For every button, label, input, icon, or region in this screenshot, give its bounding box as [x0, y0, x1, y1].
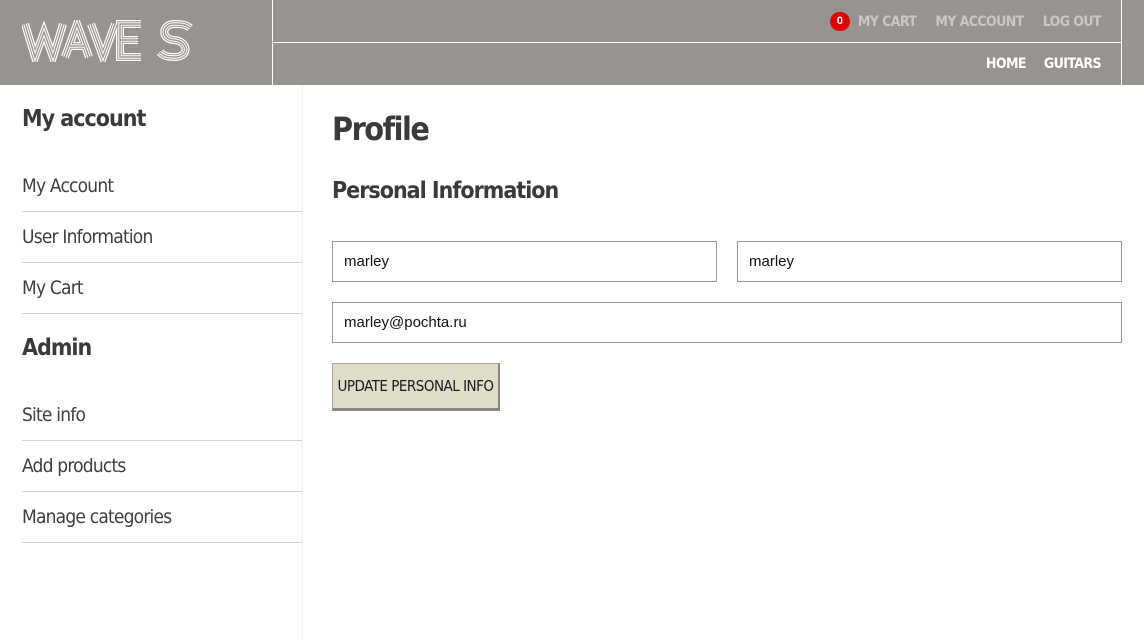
- sidebar-item-add-products[interactable]: Add products: [22, 441, 302, 492]
- log-out-link[interactable]: LOG OUT: [1043, 14, 1102, 30]
- sidebar-item-my-account[interactable]: My Account: [22, 161, 302, 212]
- sidebar-item-user-information[interactable]: User Information: [22, 212, 302, 263]
- logo-area: [0, 0, 273, 85]
- guitars-link[interactable]: GUITARS: [1044, 56, 1102, 72]
- site-logo[interactable]: [22, 20, 196, 62]
- waves-logo-icon: [22, 20, 196, 62]
- main-nav: HOME GUITARS: [273, 43, 1122, 85]
- email-field[interactable]: [332, 302, 1122, 343]
- first-name-field[interactable]: [332, 241, 717, 282]
- last-name-field[interactable]: [737, 241, 1122, 282]
- site-header: 0 MY CART MY ACCOUNT LOG OUT HOME GUITAR…: [0, 0, 1144, 85]
- update-personal-info-button[interactable]: UPDATE PERSONAL INFO: [332, 363, 500, 411]
- my-account-heading: My account: [22, 106, 146, 132]
- home-link[interactable]: HOME: [986, 56, 1027, 72]
- admin-menu: Site info Add products Manage categories: [22, 390, 302, 543]
- top-nav: 0 MY CART MY ACCOUNT LOG OUT: [273, 0, 1122, 43]
- sidebar-item-site-info[interactable]: Site info: [22, 390, 302, 441]
- sidebar-item-my-cart[interactable]: My Cart: [22, 263, 302, 314]
- my-account-link[interactable]: MY ACCOUNT: [935, 14, 1024, 30]
- personal-information-heading: Personal Information: [332, 178, 559, 204]
- my-cart-link[interactable]: 0 MY CART: [829, 12, 917, 31]
- cart-count-badge: 0: [829, 12, 850, 31]
- account-sidebar: My account My Account User Information M…: [0, 85, 303, 640]
- page-title: Profile: [332, 110, 430, 148]
- admin-heading: Admin: [22, 335, 92, 361]
- account-menu: My Account User Information My Cart: [22, 161, 302, 314]
- my-cart-label: MY CART: [857, 13, 917, 30]
- sidebar-item-manage-categories[interactable]: Manage categories: [22, 492, 302, 543]
